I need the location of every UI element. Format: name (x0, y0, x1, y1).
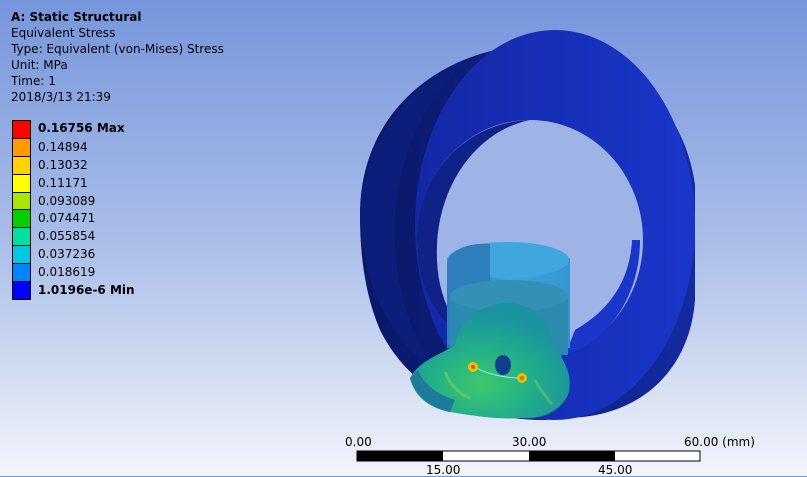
scale-bar (356, 450, 701, 462)
model-viewport[interactable] (0, 0, 807, 476)
